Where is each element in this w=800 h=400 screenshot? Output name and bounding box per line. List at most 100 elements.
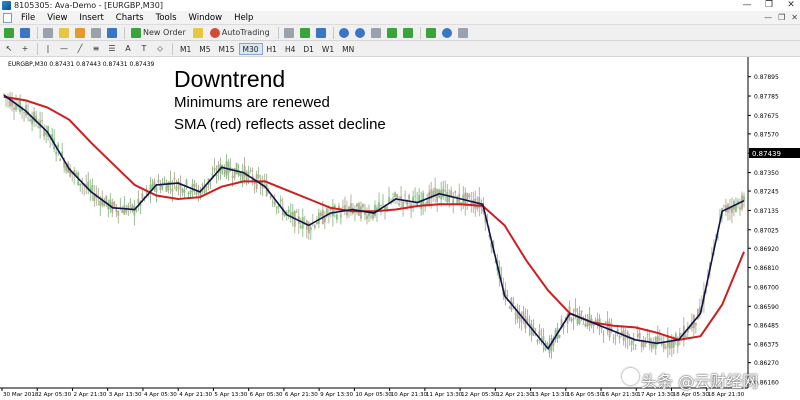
chart-shift-button[interactable] xyxy=(401,26,415,39)
data-window-button[interactable] xyxy=(57,26,71,39)
chart-document-icon[interactable] xyxy=(3,12,12,23)
candle-body xyxy=(243,166,246,177)
autotrading-button[interactable]: AutoTrading xyxy=(207,26,273,39)
cursor-tool[interactable]: ↖ xyxy=(2,42,16,55)
indicators-button[interactable] xyxy=(424,26,438,39)
candle-body xyxy=(558,335,561,338)
periods-button[interactable] xyxy=(440,26,454,39)
candle-body xyxy=(638,332,641,339)
timeframe-mn[interactable]: MN xyxy=(338,43,358,55)
crosshair-tool[interactable]: + xyxy=(18,42,32,55)
close-button[interactable]: ✕ xyxy=(784,0,798,11)
candle-body xyxy=(123,205,126,215)
time-label: 18 Apr 21:30 xyxy=(708,392,745,398)
price-label: 0.87570 xyxy=(754,131,779,138)
time-label: 11 Apr 13:30 xyxy=(426,392,463,398)
candle-body xyxy=(271,201,274,203)
candle-body xyxy=(640,342,643,347)
candle-body xyxy=(612,337,615,339)
channel-tool[interactable]: ≡ xyxy=(89,42,103,55)
chart-symbol-label: EURGBP,M30 0.87431 0.87443 0.87431 0.874… xyxy=(8,61,155,68)
timeframe-m5[interactable]: M5 xyxy=(195,43,214,55)
candle-body xyxy=(602,334,605,336)
market-watch-icon xyxy=(43,27,53,38)
text-tool[interactable]: A xyxy=(121,42,135,55)
candle-body xyxy=(99,200,102,206)
candle-body xyxy=(348,206,350,210)
candle-body xyxy=(181,188,184,193)
menu-insert[interactable]: Insert xyxy=(73,11,109,25)
indicators-icon xyxy=(425,27,436,38)
timeframe-m15[interactable]: M15 xyxy=(215,43,239,55)
metaeditor-button[interactable] xyxy=(191,26,205,39)
templates-icon xyxy=(457,27,468,38)
vertical-line-tool[interactable]: | xyxy=(41,42,55,55)
tile-windows-button[interactable] xyxy=(369,26,383,39)
candle-body xyxy=(396,193,398,198)
candle-body xyxy=(444,190,447,192)
menu-window[interactable]: Window xyxy=(183,11,229,25)
fast-line xyxy=(3,94,745,350)
price-label: 0.87025 xyxy=(754,227,779,234)
candle-body xyxy=(275,206,278,209)
arrows-tool[interactable]: ⬦ xyxy=(153,42,167,55)
market-watch-button[interactable] xyxy=(41,26,55,39)
candle-body xyxy=(394,192,396,198)
menu-view[interactable]: View xyxy=(41,11,73,25)
candlesticks-button[interactable] xyxy=(298,26,312,39)
maximize-button[interactable]: ❐ xyxy=(762,0,776,11)
profiles-button[interactable] xyxy=(18,26,32,39)
menu-tools[interactable]: Tools xyxy=(150,11,183,25)
timeframe-h1[interactable]: H1 xyxy=(263,43,281,55)
terminal-button[interactable] xyxy=(89,26,103,39)
templates-button[interactable] xyxy=(456,26,470,39)
annotation-title: Downtrend xyxy=(174,66,286,92)
timeframe-m1[interactable]: M1 xyxy=(176,43,195,55)
autotrading-icon xyxy=(209,27,220,38)
navigator-button[interactable] xyxy=(73,26,87,39)
new-chart-button[interactable] xyxy=(2,26,16,39)
candle-body xyxy=(117,210,120,216)
candle-body xyxy=(442,188,445,198)
price-scale: 0.878950.877850.876750.875700.874600.873… xyxy=(748,74,779,387)
horizontal-line-tool[interactable]: — xyxy=(57,42,71,55)
trendline-tool[interactable]: ╱ xyxy=(73,42,87,55)
timeframe-h4[interactable]: H4 xyxy=(281,43,299,55)
line-chart-button[interactable] xyxy=(314,26,328,39)
timeframe-m30[interactable]: M30 xyxy=(238,42,263,55)
tester-icon xyxy=(107,27,117,38)
sma-line xyxy=(3,95,745,341)
chart-window[interactable]: 0.878950.877850.876750.875700.874600.873… xyxy=(0,57,800,400)
menu-bar: File View Insert Charts Tools Window Hel… xyxy=(0,11,800,25)
time-scale: 30 Mar 2018 2 Apr 05:30 2 Apr 21:30 3 Apr 1… xyxy=(1,388,745,398)
new-order-button[interactable]: New Order xyxy=(128,26,189,39)
price-label: 0.87245 xyxy=(754,189,779,196)
price-label: 0.86920 xyxy=(754,246,779,253)
menu-help[interactable]: Help xyxy=(228,11,259,25)
zoom-in-button[interactable] xyxy=(337,26,351,39)
menu-charts[interactable]: Charts xyxy=(110,11,150,25)
fibonacci-tool[interactable]: ☰ xyxy=(105,42,119,55)
menu-file[interactable]: File xyxy=(15,11,41,25)
candle-body xyxy=(572,318,575,320)
timeframe-d1[interactable]: D1 xyxy=(299,43,318,55)
price-chart[interactable]: 0.878950.877850.876750.875700.874600.873… xyxy=(0,57,800,400)
doc-minimize-button[interactable]: — xyxy=(764,11,772,25)
zoom-out-button[interactable] xyxy=(353,26,367,39)
candle-body xyxy=(41,120,44,122)
auto-scroll-button[interactable] xyxy=(385,26,399,39)
time-label: 30 Mar 2018 xyxy=(3,392,39,398)
doc-restore-button[interactable]: ❐ xyxy=(778,11,785,25)
candle-body xyxy=(79,183,82,186)
tester-button[interactable] xyxy=(105,26,119,39)
candle-body xyxy=(636,333,639,337)
timeframe-w1[interactable]: W1 xyxy=(318,43,338,55)
label-tool[interactable]: T xyxy=(137,42,151,55)
candle-body xyxy=(91,185,94,193)
candle-body xyxy=(386,207,388,210)
candle-body xyxy=(15,104,17,110)
time-label: 10 Apr 05:30 xyxy=(355,392,392,398)
doc-close-button[interactable]: ✕ xyxy=(791,11,798,25)
bar-chart-button[interactable] xyxy=(282,26,296,39)
minimize-button[interactable]: — xyxy=(740,0,754,11)
